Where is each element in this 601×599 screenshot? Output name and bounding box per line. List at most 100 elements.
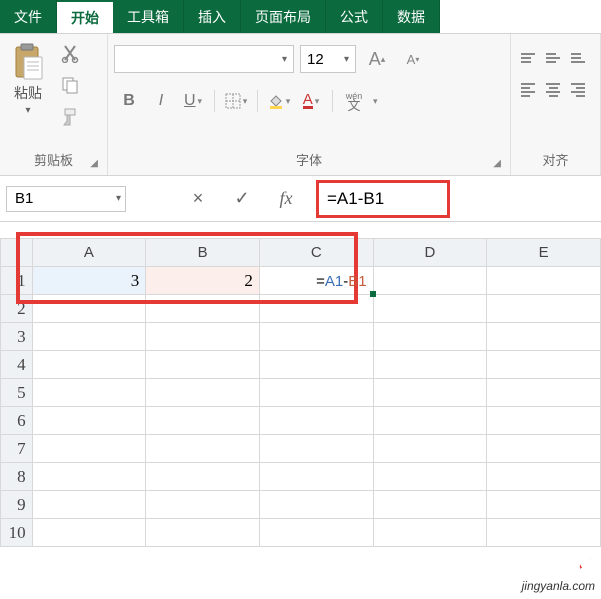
cell-A6[interactable] <box>32 407 146 435</box>
cell-A10[interactable] <box>32 519 146 547</box>
cell-C4[interactable] <box>259 351 373 379</box>
font-launcher-icon[interactable]: ◢ <box>493 158 501 169</box>
cell-E4[interactable] <box>487 351 601 379</box>
watermark: 经验啦 ✓ jingyanla.com <box>503 547 595 593</box>
menu-insert[interactable]: 插入 <box>184 0 241 33</box>
row-header-5[interactable]: 5 <box>1 379 33 407</box>
cell-A9[interactable] <box>32 491 146 519</box>
align-left-button[interactable] <box>517 79 539 101</box>
cut-button[interactable] <box>58 41 82 65</box>
align-bottom-button[interactable] <box>567 47 589 69</box>
format-painter-button[interactable] <box>58 105 82 129</box>
cell-D8[interactable] <box>373 463 487 491</box>
row-header-4[interactable]: 4 <box>1 351 33 379</box>
menu-page-layout[interactable]: 页面布局 <box>241 0 326 33</box>
cell-C10[interactable] <box>259 519 373 547</box>
cell-C8[interactable] <box>259 463 373 491</box>
fill-color-button[interactable]: ▾ <box>264 87 294 115</box>
cell-E6[interactable] <box>487 407 601 435</box>
cell-C9[interactable] <box>259 491 373 519</box>
cell-B10[interactable] <box>146 519 260 547</box>
cell-A4[interactable] <box>32 351 146 379</box>
font-size-select[interactable]: 12 ▾ <box>300 45 356 73</box>
menu-data[interactable]: 数据 <box>383 0 440 33</box>
cell-E10[interactable] <box>487 519 601 547</box>
cell-D2[interactable] <box>373 295 487 323</box>
cell-E1[interactable] <box>487 267 601 295</box>
cell-B8[interactable] <box>146 463 260 491</box>
phonetic-guide-button[interactable]: wén 文 <box>339 87 369 115</box>
cell-D10[interactable] <box>373 519 487 547</box>
align-right-icon <box>571 83 585 97</box>
formula-input[interactable]: =A1-B1 <box>316 180 450 218</box>
clipboard-launcher-icon[interactable]: ◢ <box>90 158 98 169</box>
copy-button[interactable] <box>58 73 82 97</box>
cell-D3[interactable] <box>373 323 487 351</box>
cell-D9[interactable] <box>373 491 487 519</box>
confirm-formula-button[interactable]: ✓ <box>220 185 264 213</box>
cell-E9[interactable] <box>487 491 601 519</box>
cell-A3[interactable] <box>32 323 146 351</box>
menu-toolbox[interactable]: 工具箱 <box>113 0 184 33</box>
cell-E2[interactable] <box>487 295 601 323</box>
align-top-button[interactable] <box>517 47 539 69</box>
cell-B9[interactable] <box>146 491 260 519</box>
row-header-8[interactable]: 8 <box>1 463 33 491</box>
cell-A7[interactable] <box>32 435 146 463</box>
cell-C5[interactable] <box>259 379 373 407</box>
name-box[interactable]: B1 ▾ <box>6 186 126 212</box>
italic-button[interactable]: I <box>146 87 176 115</box>
cancel-formula-button[interactable]: × <box>176 185 220 213</box>
cell-A8[interactable] <box>32 463 146 491</box>
cell-B5[interactable] <box>146 379 260 407</box>
row-header-3[interactable]: 3 <box>1 323 33 351</box>
underline-button[interactable]: U▾ <box>178 87 208 115</box>
insert-function-button[interactable]: fx <box>264 185 308 213</box>
border-icon <box>225 93 241 109</box>
cell-A5[interactable] <box>32 379 146 407</box>
col-header-D[interactable]: D <box>373 239 487 267</box>
font-family-select[interactable]: ▾ <box>114 45 294 73</box>
menu-file[interactable]: 文件 <box>0 0 57 33</box>
cell-B3[interactable] <box>146 323 260 351</box>
align-middle-button[interactable] <box>542 47 564 69</box>
cell-D4[interactable] <box>373 351 487 379</box>
menu-formulas[interactable]: 公式 <box>326 0 383 33</box>
cell-D7[interactable] <box>373 435 487 463</box>
align-bottom-icon <box>571 53 585 63</box>
row-header-10[interactable]: 10 <box>1 519 33 547</box>
cell-D6[interactable] <box>373 407 487 435</box>
grow-font-button[interactable]: A▴ <box>362 45 392 73</box>
cell-E7[interactable] <box>487 435 601 463</box>
align-center-button[interactable] <box>542 79 564 101</box>
shrink-font-button[interactable]: A▾ <box>398 45 428 73</box>
cell-C6[interactable] <box>259 407 373 435</box>
watermark-text: 经验啦 <box>503 547 569 579</box>
row-header-6[interactable]: 6 <box>1 407 33 435</box>
cell-C1[interactable]: =A1-B1 <box>259 267 373 295</box>
cell-E3[interactable] <box>487 323 601 351</box>
group-label-alignment: 对齐 <box>517 146 594 175</box>
row-header-7[interactable]: 7 <box>1 435 33 463</box>
col-header-E[interactable]: E <box>487 239 601 267</box>
cell-D5[interactable] <box>373 379 487 407</box>
cell-C3[interactable] <box>259 323 373 351</box>
cell-E8[interactable] <box>487 463 601 491</box>
cell-D1[interactable] <box>373 267 487 295</box>
font-color-button[interactable]: A▾ <box>296 87 326 115</box>
bold-button[interactable]: B <box>114 87 144 115</box>
check-icon: ✓ <box>573 548 595 579</box>
paste-button[interactable]: 粘贴 ▾ <box>6 39 50 120</box>
formula-bar: B1 ▾ × ✓ fx =A1-B1 <box>0 176 601 222</box>
align-right-button[interactable] <box>567 79 589 101</box>
cell-B6[interactable] <box>146 407 260 435</box>
cell-C7[interactable] <box>259 435 373 463</box>
cell-B4[interactable] <box>146 351 260 379</box>
cell-E5[interactable] <box>487 379 601 407</box>
paste-label: 粘贴 <box>14 83 42 103</box>
cell-B7[interactable] <box>146 435 260 463</box>
row-header-9[interactable]: 9 <box>1 491 33 519</box>
border-button[interactable]: ▾ <box>221 87 251 115</box>
menu-home[interactable]: 开始 <box>57 0 113 33</box>
fx-icon: fx <box>280 188 293 209</box>
